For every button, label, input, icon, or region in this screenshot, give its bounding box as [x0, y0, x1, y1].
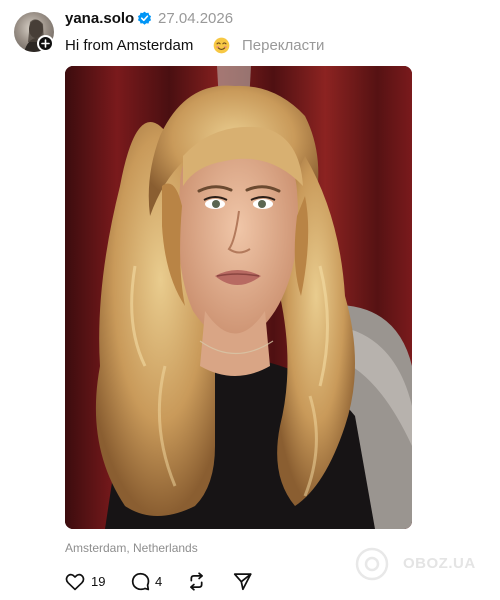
post-caption: Hi from Amsterdam	[65, 37, 194, 54]
verified-badge-icon	[137, 11, 152, 25]
follow-plus-button[interactable]	[37, 35, 54, 52]
translate-link[interactable]: Перекласти	[242, 37, 324, 54]
smiling-face-emoji-icon	[213, 37, 230, 54]
replies-count: 4	[155, 574, 163, 589]
comment-icon	[131, 572, 150, 591]
like-button[interactable]: 19	[65, 570, 109, 592]
share-button[interactable]	[233, 570, 255, 592]
plus-icon	[41, 39, 50, 48]
username-link[interactable]: yana.solo	[65, 10, 134, 27]
likes-count: 19	[91, 574, 106, 589]
repost-icon	[190, 572, 203, 591]
watermark-text: OBOZ.UA	[403, 555, 476, 572]
send-icon	[233, 573, 252, 591]
post-date: 27.04.2026	[158, 10, 234, 27]
selfie-photo-image	[65, 66, 412, 529]
heart-icon	[65, 573, 85, 591]
repost-button[interactable]	[187, 570, 209, 592]
location-link[interactable]: Amsterdam, Netherlands	[65, 541, 198, 555]
reply-button[interactable]: 4	[131, 570, 167, 592]
post-photo[interactable]	[65, 66, 412, 529]
